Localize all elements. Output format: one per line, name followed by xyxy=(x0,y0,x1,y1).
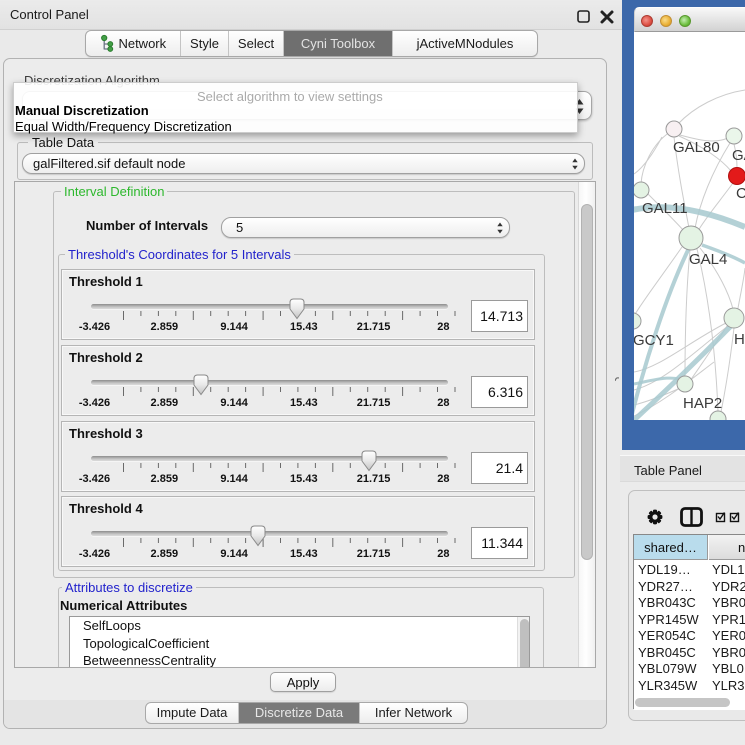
svg-text:GAL11: GAL11 xyxy=(642,200,688,217)
svg-text:GA: GA xyxy=(732,147,745,164)
svg-text:GAL4: GAL4 xyxy=(689,251,727,268)
svg-text:GAL80: GAL80 xyxy=(673,139,720,156)
svg-text:HAP2: HAP2 xyxy=(683,395,722,412)
svg-text:H: H xyxy=(734,331,745,348)
svg-text:C: C xyxy=(736,185,745,202)
svg-text:GCY1: GCY1 xyxy=(634,332,674,349)
